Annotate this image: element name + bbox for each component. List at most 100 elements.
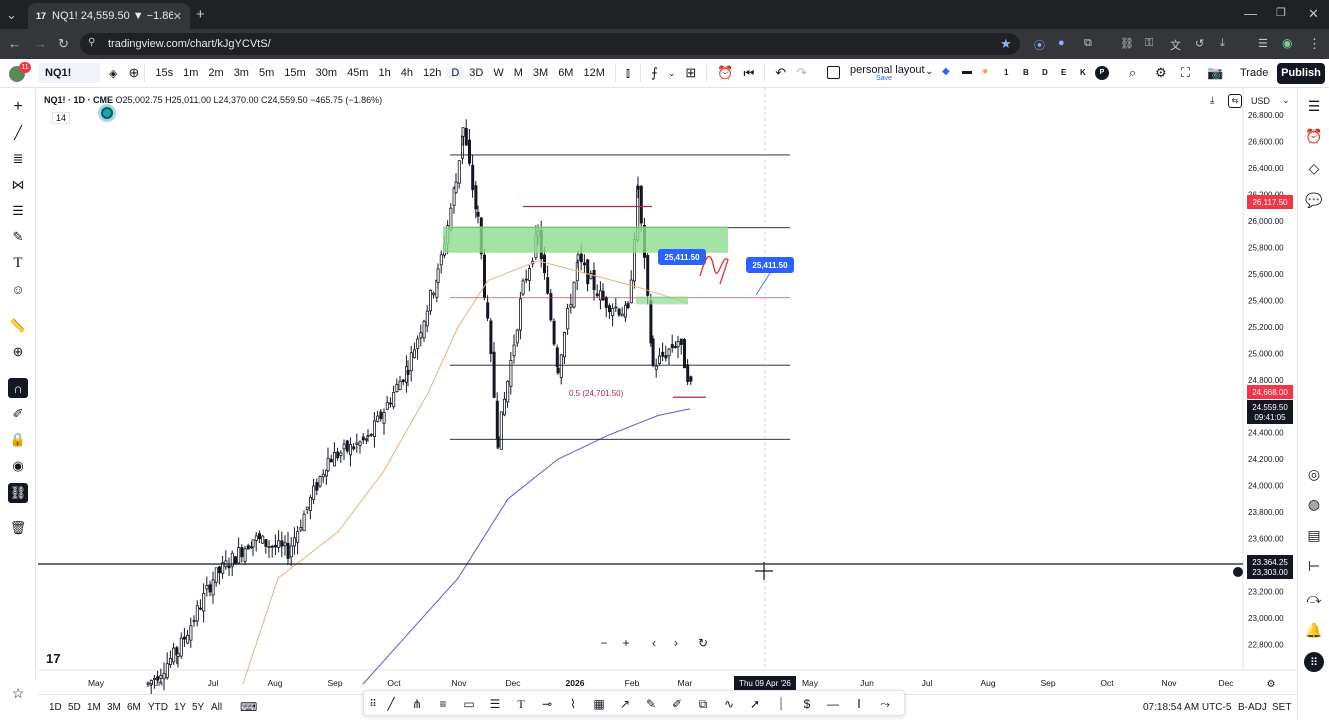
quick-D[interactable]: D [1042, 68, 1048, 77]
site-info-icon[interactable]: ⚲ [88, 37, 95, 48]
trade-button[interactable]: Trade [1240, 67, 1268, 79]
fav-text-icon[interactable]: T [512, 695, 530, 713]
range-3M[interactable]: 3M [107, 702, 121, 713]
trash-icon[interactable]: 🗑 [8, 518, 28, 538]
fav-lines-icon[interactable]: ☰ [486, 695, 504, 713]
zoom-tool-icon[interactable]: ⊕ [8, 342, 28, 362]
calendar-icon[interactable]: ▤ [1304, 525, 1324, 545]
chat-icon[interactable]: 💬 [1304, 190, 1324, 210]
layout-checkbox-icon[interactable] [827, 66, 840, 79]
search-icon[interactable]: ⌕ [1129, 65, 1136, 81]
new-tab-icon[interactable]: + [196, 6, 205, 23]
currency-dropdown-icon[interactable]: ⌄ [1282, 95, 1290, 106]
range-YTD[interactable]: YTD [148, 702, 168, 713]
key-icon[interactable]: ⚿ [1145, 37, 1153, 50]
range-5Y[interactable]: 5Y [192, 702, 204, 713]
fav-elliott-icon[interactable]: ∿ [720, 695, 738, 713]
address-bar[interactable]: ⚲ tradingview.com/chart/kJgYCVtS/ ★ [80, 33, 1020, 55]
interval-45m[interactable]: 45m [342, 67, 373, 79]
undo-icon[interactable]: ↶ [770, 65, 791, 81]
auto-scale-icon[interactable]: ⇆ [1228, 94, 1242, 108]
forward-icon[interactable]: → [34, 36, 47, 51]
drag-handle-icon[interactable]: ⠿ [364, 695, 382, 713]
extension-wave-icon[interactable]: ⦿ [1034, 37, 1045, 53]
fav-trendline-icon[interactable]: ╱ [382, 695, 400, 713]
hotlist-icon[interactable]: ⊢ [1304, 556, 1324, 576]
scroll-right-icon[interactable]: › [667, 634, 685, 652]
interval-12h[interactable]: 12h [418, 67, 446, 79]
interval-15m[interactable]: 15m [279, 67, 310, 79]
settings-gear-icon[interactable]: ⚙ [1155, 65, 1167, 81]
magnet-tool-icon[interactable]: ∩ [8, 378, 28, 398]
fav-rectangle-icon[interactable]: ▭ [460, 695, 478, 713]
quick-E[interactable]: E [1061, 68, 1066, 77]
session-toggle[interactable]: SET [1272, 702, 1291, 713]
interval-D[interactable]: D [446, 67, 465, 79]
interval-6M[interactable]: 6M [553, 67, 578, 79]
symbol-options-icon[interactable]: ◈ [109, 67, 117, 80]
apps-grid-icon[interactable]: ⠿ [1304, 652, 1324, 672]
fav-arrow-icon[interactable]: ➚ [746, 695, 764, 713]
quick-K[interactable]: K [1080, 68, 1086, 77]
badj-toggle[interactable]: B-ADJ [1238, 702, 1267, 713]
fav-brush-icon[interactable]: ✎ [642, 695, 660, 713]
fav-ray-icon[interactable]: ↗ [616, 695, 634, 713]
fav-horizontal-icon[interactable]: — [824, 695, 842, 713]
browser-menu-icon[interactable]: ⋮ [1308, 36, 1321, 52]
clock-time[interactable]: 07:18:54 AM UTC-5 [1143, 702, 1231, 713]
back-icon[interactable]: ← [8, 36, 21, 51]
compare-add-icon[interactable]: ⊕ [128, 65, 139, 81]
fav-pitchfork-icon[interactable]: ⋔ [408, 695, 426, 713]
range-6M[interactable]: 6M [127, 702, 141, 713]
close-window-icon[interactable]: ✕ [1308, 6, 1319, 22]
interval-3D[interactable]: 3D [464, 67, 488, 79]
fav-pattern-icon[interactable]: ⧉ [694, 695, 712, 713]
reset-chart-icon[interactable]: ↻ [694, 634, 712, 652]
profile-avatar[interactable]: P [1095, 66, 1109, 80]
tool-card-icon[interactable]: ▬ [962, 66, 972, 77]
range-1D[interactable]: 1D [49, 702, 62, 713]
interval-1h[interactable]: 1h [373, 67, 395, 79]
scroll-left-icon[interactable]: ‹ [645, 634, 663, 652]
layers-icon[interactable]: ◇ [1304, 158, 1324, 178]
trendline-tool-icon[interactable]: ╱ [8, 123, 28, 143]
interval-5m[interactable]: 5m [254, 67, 279, 79]
alerts-clock-icon[interactable]: ⏰ [1304, 126, 1324, 146]
watchlist-star-icon[interactable]: ☆ [8, 683, 28, 703]
range-5D[interactable]: 5D [68, 702, 81, 713]
fav-cursor-icon[interactable]: Ⅰ [850, 695, 868, 713]
media-icon[interactable]: ☰ [1258, 37, 1268, 50]
interval-M[interactable]: M [509, 67, 528, 79]
interval-3M[interactable]: 3M [528, 67, 553, 79]
streams-icon[interactable]: ⤼ [1304, 588, 1324, 608]
fav-path-icon[interactable]: ⌇ [564, 695, 582, 713]
redo-icon[interactable]: ↷ [791, 65, 812, 81]
candles-icon[interactable]: ⫾ [621, 65, 635, 81]
restore-icon[interactable]: ❐ [1276, 6, 1286, 19]
layout-dropdown-icon[interactable]: ⌄ [925, 66, 933, 77]
templates-icon[interactable]: ⊞ [680, 65, 701, 81]
visibility-eye-icon[interactable]: ◉ [8, 456, 28, 476]
scale-down-icon[interactable]: ⤓ [1210, 95, 1214, 106]
tab-list-icon[interactable]: ⌄ [6, 7, 17, 23]
fib-tool-icon[interactable]: ☰ [8, 201, 28, 221]
interval-3m[interactable]: 3m [229, 67, 254, 79]
lock-icon[interactable]: 🔒 [8, 430, 28, 450]
zoom-out-icon[interactable]: − [595, 634, 613, 652]
publish-button[interactable]: Publish [1277, 63, 1325, 84]
price-chart[interactable]: 26,800.0026,600.0026,400.0026,200.0026,0… [38, 88, 1297, 694]
interval-30m[interactable]: 30m [311, 67, 342, 79]
fav-hline-icon[interactable]: ⊸ [538, 695, 556, 713]
brush-tool-icon[interactable]: ✎ [8, 227, 28, 247]
interval-1m[interactable]: 1m [178, 67, 203, 79]
fav-curve-icon[interactable]: ⤳ [876, 695, 894, 713]
tool-coin-icon[interactable]: ● [982, 66, 988, 77]
crosshair-tool-icon[interactable]: + [8, 97, 28, 117]
close-tab-icon[interactable]: ✕ [173, 10, 182, 23]
target-icon[interactable]: ◎ [1304, 464, 1324, 484]
minimize-icon[interactable]: — [1244, 6, 1257, 21]
profile-icon[interactable]: ◉ [1282, 36, 1292, 50]
symbol-search[interactable]: NQ1! [38, 63, 100, 83]
currency-selector[interactable]: USD [1251, 96, 1270, 106]
indicators-icon[interactable]: ⨍ [646, 65, 663, 81]
